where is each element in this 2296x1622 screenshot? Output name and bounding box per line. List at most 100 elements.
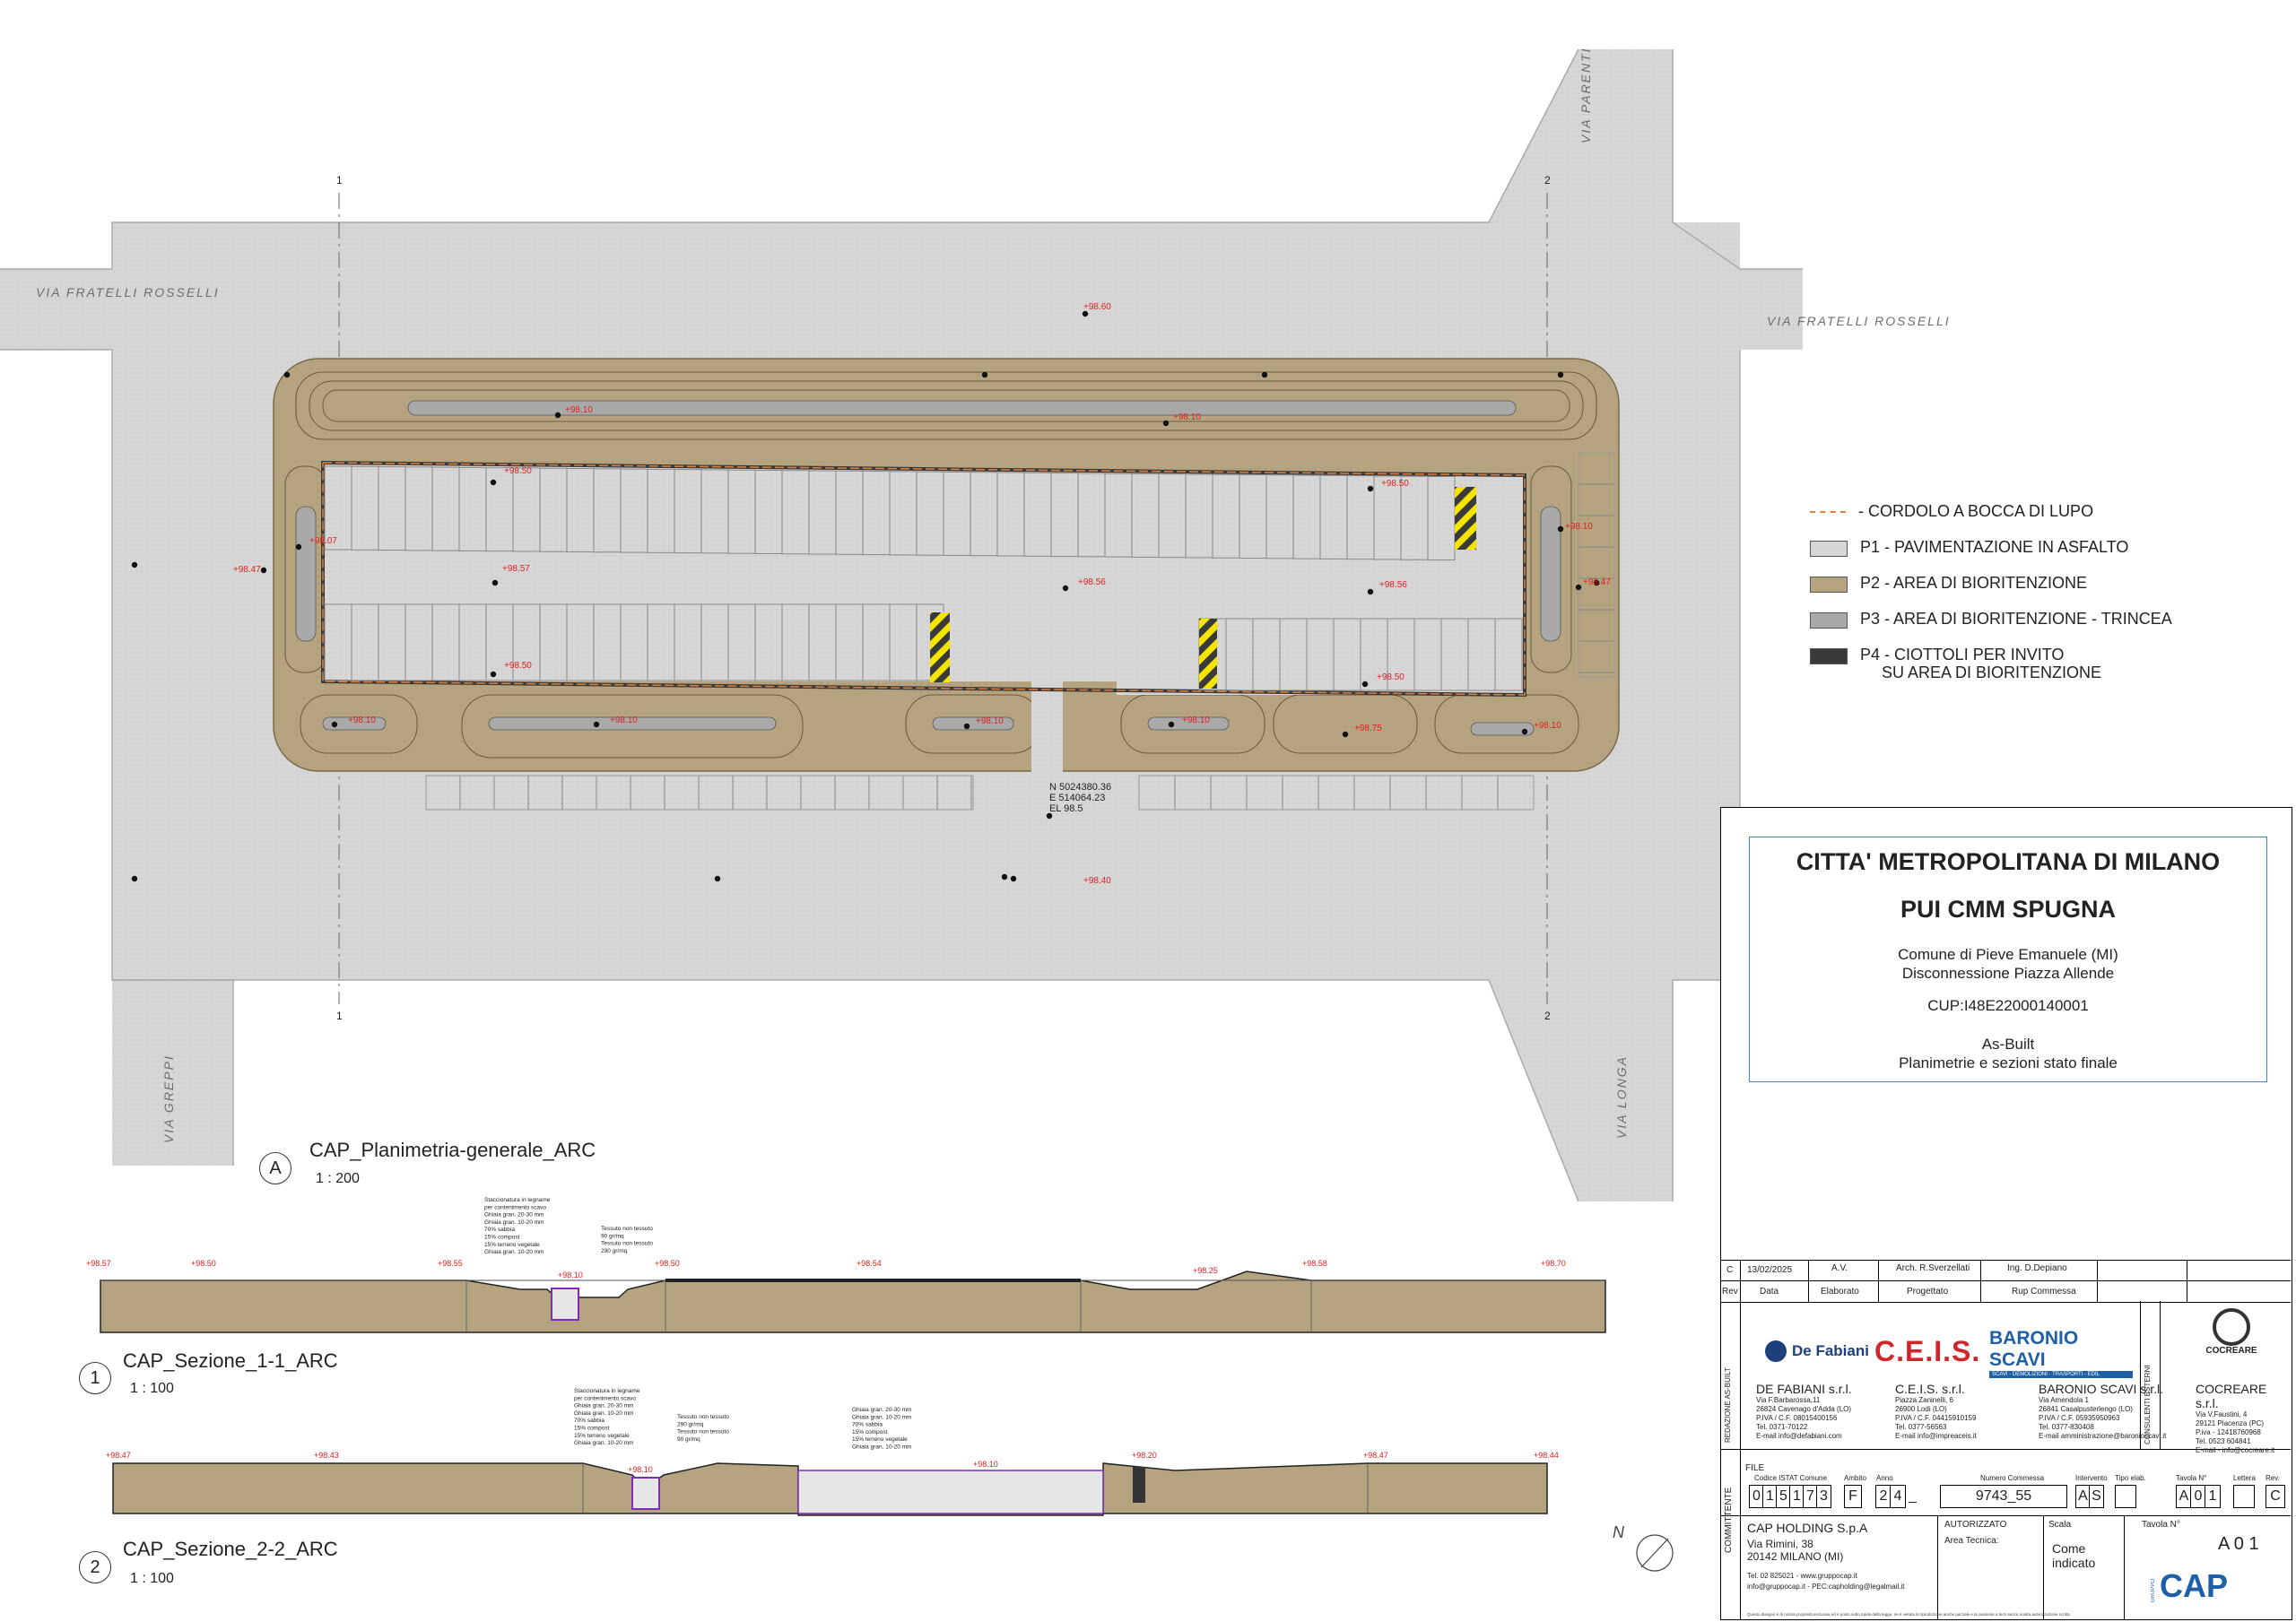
file-header-anno: Anno [1876,1474,1893,1482]
axis-1-bottom: 1 [336,1010,343,1022]
plan-view-title: CAP_Planimetria-generale_ARC [309,1139,596,1161]
file-code-separator: _ [1909,1488,1917,1504]
axis-2-top: 2 [1544,174,1551,186]
defabiani-logo: De Fabiani [1765,1340,1869,1362]
survey-marker [1261,371,1268,378]
street-via-fratelli-rosselli-right: VIA FRATELLI ROSSELLI [1767,314,1951,328]
company-name: C.E.I.S. s.r.l. [1895,1382,1965,1396]
file-code-cell: C [2266,1485,2285,1508]
legend-dash-swatch [1810,511,1846,513]
section-level: +98.70 [1541,1259,1566,1268]
company-line: Tel. 0377-830408 [2039,1423,2094,1431]
legend-label: P1 - PAVIMENTAZIONE IN ASFALTO [1860,538,2129,556]
elev-bio-8: +98.10 [1182,716,1210,725]
survey-marker [1001,873,1008,880]
file-header-tavola: Tavola N° [2176,1474,2207,1482]
legend-swatch-bio [1810,577,1848,593]
file-code-cell: 3 [1816,1485,1831,1508]
section-2-scale: 1 : 100 [130,1571,174,1586]
committente-line2: 20142 MILANO (MI) [1747,1550,1844,1563]
baronio-logo: BARONIO SCAVI SCAVI - DEMOLIZIONI - TRAS… [1989,1328,2133,1378]
rev-elaborato: A.V. [1831,1263,1848,1273]
north-arrow: N [1613,1523,1674,1572]
elev-bio-6: +98.10 [610,716,638,725]
file-code-cell: S [2089,1485,2104,1508]
title-line-2: PUI CMM SPUGNA [1900,896,2116,923]
section-note: Staccionatura in legname [574,1388,640,1394]
committente-line3: Tel. 02 825021 - www.gruppocap.it [1747,1572,1857,1580]
survey-marker [260,567,267,574]
file-code-cell: 1 [2205,1485,2221,1508]
company-line: P.IVA / C.F. 04415910159 [1895,1414,1977,1422]
autorizzato-label: AUTORIZZATO [1944,1520,2007,1530]
coord-n: N 5024380.36 [1049,782,1111,793]
ceis-logo: C.E.I.S. [1874,1335,1981,1367]
section-2-title: CAP_Sezione_2-2_ARC [123,1538,338,1560]
view-marker-2: 2 [79,1551,111,1583]
survey-marker [963,723,970,730]
section-level: +98.43 [314,1451,339,1460]
legend-label: P3 - AREA DI BIORITENZIONE - TRINCEA [1860,610,2172,628]
rev-header-data: Data [1760,1287,1779,1297]
cocreare-logo-text: COCREARE [2205,1346,2257,1356]
project-title-box: CITTA' METROPOLITANA DI MILANO PUI CMM S… [1749,837,2267,1082]
title-comune: Comune di Pieve Emanuele (MI) [1898,946,2118,963]
rev-header-progettato: Progettato [1907,1287,1949,1297]
section-note: 15% compost [852,1429,888,1436]
company-info: C.E.I.S. s.r.l. Piazza Zaninelli, 6 26900 … [1895,1382,1977,1441]
survey-marker [131,561,138,568]
legend-item-p4: P4 - CIOTTOLI PER INVITO SU AREA DI BIOR… [1810,646,2276,687]
elev-left: +98.47 [233,565,261,575]
survey-marker [1367,485,1374,492]
section-1-notes: Staccionatura in legnameper contenimento… [484,1197,653,1255]
north-label: N [1613,1523,1625,1541]
section-2-notes: Staccionatura in legnameper contenimento… [574,1388,911,1451]
legend-item-cordolo: - CORDOLO A BOCCA DI LUPO [1810,502,2276,538]
coord-e: E 514064.23 [1049,793,1105,803]
section-note: 15% terreno vegetale [852,1436,908,1443]
area-tecnica-label: Area Tecnica: [1944,1536,1999,1546]
cocreare-logo: COCREARE [2200,1308,2263,1356]
legend-label: - CORDOLO A BOCCA DI LUPO [1858,502,2094,520]
company-line: E-mail info@impreaceis.it [1895,1432,1977,1440]
defabiani-logo-text: De Fabiani [1792,1342,1869,1359]
file-header-ambito: Ambito [1844,1474,1866,1482]
company-info: DE FABIANI s.r.l. Via F.Barbarossa,11 2682… [1756,1382,1852,1441]
survey-marker [1062,585,1069,592]
section-1-levels: +98.57 +98.50 +98.55 +98.10 +98.50 +98.54 +98.… [86,1259,1566,1279]
rev-date: 13/02/2025 [1747,1265,1793,1275]
legend-item-p1: P1 - PAVIMENTAZIONE IN ASFALTO [1810,538,2276,574]
elev-bio-7: +98.10 [976,716,1004,726]
committente-line1: Via Rimini, 38 [1747,1538,1813,1550]
section-note: 15% terreno vegetale [484,1242,540,1248]
elev-center-m: +98.56 [1078,577,1106,587]
survey-marker [1575,584,1582,591]
company-info: COCREARE s.r.l. Via V.Faustini, 4 29121 Pi… [2196,1382,2291,1455]
survey-marker [714,875,721,882]
survey-marker [1162,420,1170,427]
rev-header-elaborato: Elaborato [1821,1287,1859,1297]
street-via-parenti: VIA PARENTI [1578,47,1593,143]
section-level: +98.20 [1132,1451,1157,1460]
file-label: FILE [1745,1463,1765,1473]
section-level: +98.10 [558,1271,583,1279]
section-note: Ghiaia gran. 10-20 mm [852,1414,911,1420]
cap-logo: GRUPPO CAP [2151,1570,2228,1603]
revision-table: C 13/02/2025 A.V. Arch. R.Sverzellati In… [1720,1260,2291,1303]
committente-name: CAP HOLDING S.p.A [1747,1521,1868,1535]
tavola-value: A 0 1 [2218,1534,2259,1554]
section-note: Tessuto non tessuto [601,1226,653,1232]
elev-park-ur: +98.50 [1381,479,1409,489]
view-marker-a: A [259,1152,291,1184]
elev-top: +98.60 [1083,302,1111,312]
company-line: 29121 Piacenza (PC) [2196,1419,2265,1427]
section-note: 15% terreno vegetale [574,1433,630,1439]
survey-marker [331,721,338,728]
survey-marker [981,371,988,378]
legend: - CORDOLO A BOCCA DI LUPO P1 - PAVIMENTA… [1810,502,2276,687]
legend-item-p2: P2 - AREA DI BIORITENZIONE [1810,574,2276,610]
survey-marker [554,412,561,419]
section-level: +98.47 [106,1451,131,1460]
elev-park-ul: +98.50 [504,466,532,476]
company-line: 26824 Cavenago d'Adda (LO) [1756,1405,1852,1413]
